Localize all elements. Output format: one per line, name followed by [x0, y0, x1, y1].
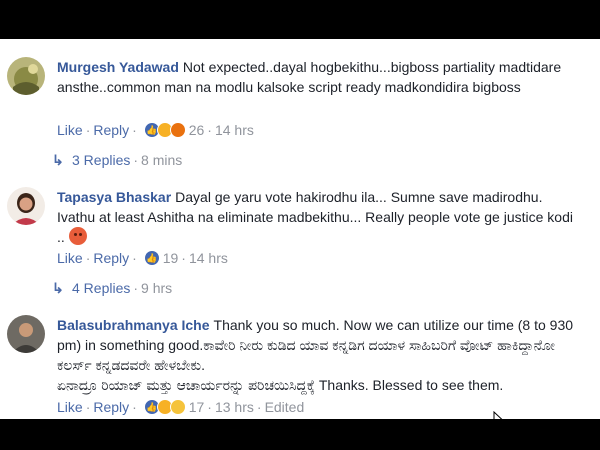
view-replies-link[interactable]: ↳ 4 Replies · 9 hrs — [52, 279, 172, 297]
reply-link[interactable]: Reply — [93, 122, 129, 138]
comment-time[interactable]: 13 hrs — [215, 399, 254, 415]
comment-actions: Like · Reply · 👍 17 · 13 hrs · Edited — [57, 397, 305, 416]
commenter-name[interactable]: Tapasya Bhaskar — [57, 189, 171, 205]
reactions[interactable]: 👍 — [143, 248, 160, 267]
reaction-count: 26 — [188, 122, 205, 138]
comment-time[interactable]: 14 hrs — [215, 122, 254, 138]
reply-arrow-icon: ↳ — [52, 152, 64, 168]
comment-actions: Like · Reply · 👍 19 · 14 hrs — [57, 248, 228, 267]
reactions[interactable]: 👍 — [143, 120, 186, 139]
like-reaction-icon: 👍 — [143, 250, 160, 267]
comment-body: Balasubrahmanya Iche Thank you so much. N… — [57, 315, 582, 395]
mouse-cursor-icon — [493, 411, 503, 419]
replies-time: 8 mins — [141, 152, 183, 168]
comments-panel: Murgesh Yadawad Not expected..dayal hogbe… — [0, 39, 600, 419]
commenter-name[interactable]: Balasubrahmanya Iche — [57, 317, 210, 333]
like-link[interactable]: Like — [57, 122, 83, 138]
sad-reaction-icon — [169, 399, 186, 416]
reaction-count: 19 — [162, 250, 179, 266]
like-link[interactable]: Like — [57, 399, 83, 415]
replies-time: 9 hrs — [141, 280, 173, 296]
edited-label[interactable]: Edited — [265, 399, 305, 415]
comment-body: Tapasya Bhaskar Dayal ge yaru vote hakiro… — [57, 187, 582, 247]
angry-reaction-icon — [169, 122, 186, 139]
reactions[interactable]: 👍 — [143, 397, 186, 416]
reply-arrow-icon: ↳ — [52, 280, 64, 296]
like-link[interactable]: Like — [57, 250, 83, 266]
avatar[interactable] — [7, 187, 45, 225]
comment-actions: Like · Reply · 👍 26 · 14 hrs — [57, 120, 254, 139]
reply-link[interactable]: Reply — [93, 250, 129, 266]
angry-face-icon — [68, 227, 87, 246]
commenter-name[interactable]: Murgesh Yadawad — [57, 59, 179, 75]
reaction-count: 17 — [188, 399, 205, 415]
replies-count[interactable]: 3 Replies — [72, 152, 130, 168]
comment-text-line: ಏನಾದ್ರೂ ರಿಯಾಜ್ ಮತ್ತು ಆಚಾರ್ಯರನ್ನು ಪರಿಚಯಿಸ… — [57, 377, 504, 393]
replies-count[interactable]: 4 Replies — [72, 280, 130, 296]
comment-body: Murgesh Yadawad Not expected..dayal hogbe… — [57, 57, 582, 97]
comment-time[interactable]: 14 hrs — [189, 250, 228, 266]
avatar[interactable] — [7, 57, 45, 95]
avatar[interactable] — [7, 315, 45, 353]
reply-link[interactable]: Reply — [93, 399, 129, 415]
view-replies-link[interactable]: ↳ 3 Replies · 8 mins — [52, 151, 182, 169]
